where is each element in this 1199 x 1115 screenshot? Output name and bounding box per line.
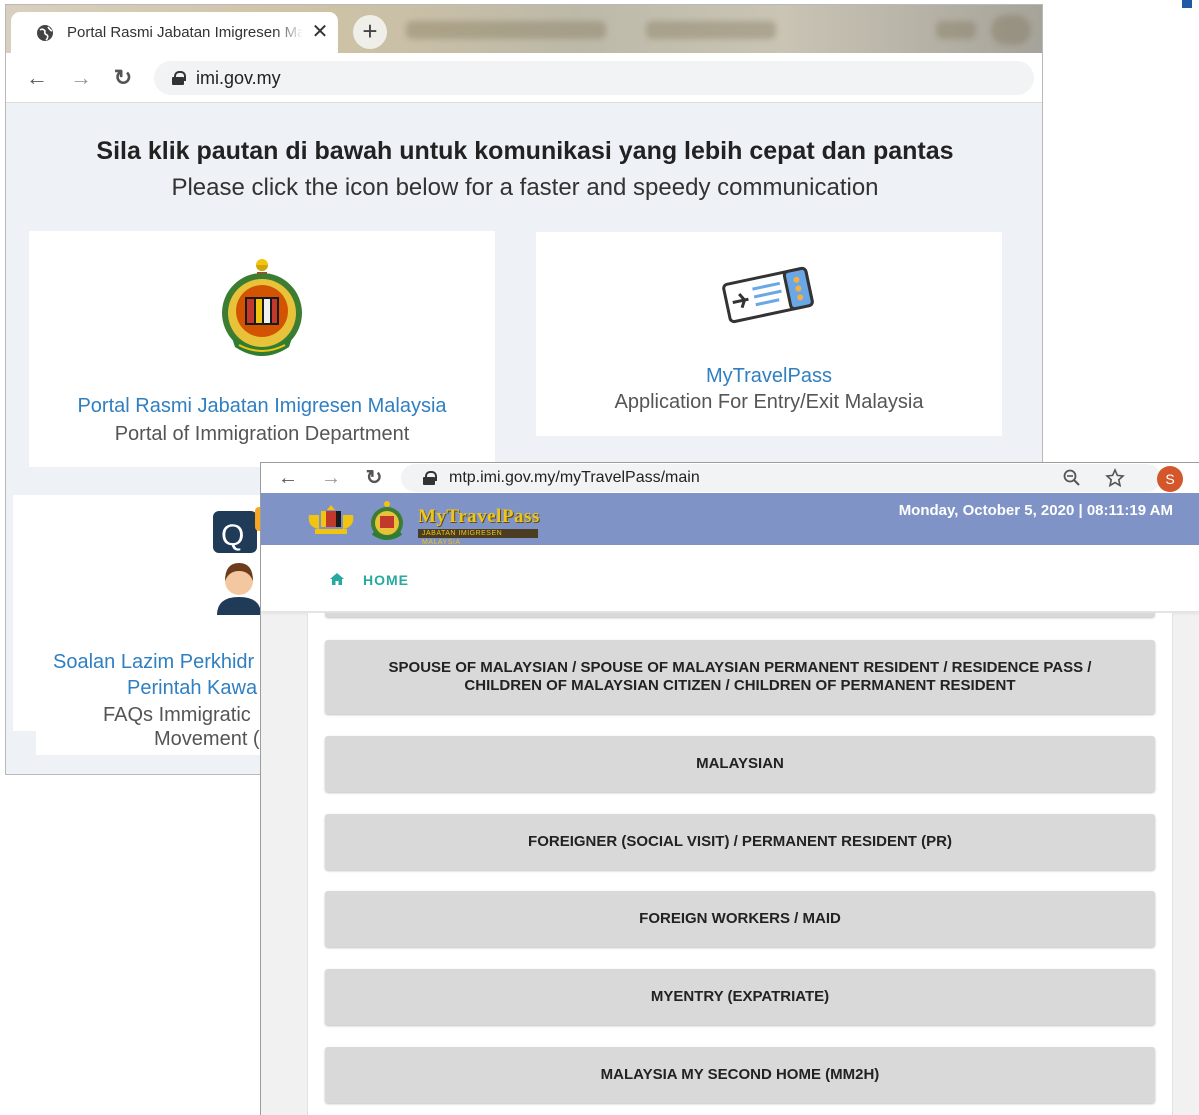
blurred-profile <box>991 15 1031 45</box>
tab-strip: Portal Rasmi Jabatan Imigresen Malaysia … <box>6 5 1042 53</box>
close-tab-icon[interactable]: ✕ <box>309 21 331 43</box>
forward-arrow-icon[interactable]: → <box>318 465 344 491</box>
nav-home-link[interactable]: HOME <box>363 572 409 588</box>
card-subtitle: Application For Entry/Exit Malaysia <box>614 391 924 413</box>
home-icon[interactable] <box>329 572 345 586</box>
card-title[interactable]: MyTravelPass <box>536 365 1002 388</box>
blurred-tab <box>406 21 606 39</box>
bookmark-star-icon[interactable] <box>1105 468 1125 488</box>
previous-option-edge <box>325 613 1155 617</box>
back-arrow-icon[interactable]: ← <box>24 65 50 91</box>
card-immigration-portal[interactable]: Portal Rasmi Jabatan Imigresen Malaysia … <box>29 231 495 467</box>
reload-icon[interactable]: ↻ <box>361 465 387 491</box>
headline-english: Please click the icon below for a faster… <box>171 174 879 201</box>
option-foreigner-pr[interactable]: FOREIGNER (SOCIAL VISIT) / PERMANENT RES… <box>325 814 1155 870</box>
current-datetime: Monday, October 5, 2020 | 08:11:19 AM <box>898 502 1173 519</box>
option-malaysian[interactable]: MALAYSIAN <box>325 736 1155 792</box>
reload-icon[interactable]: ↻ <box>110 65 136 91</box>
headline-malay: Sila klik pautan di bawah untuk komunika… <box>96 137 954 165</box>
main-navbar: HOME <box>261 545 1199 612</box>
address-bar[interactable]: mtp.imi.gov.my/myTravelPass/main <box>401 464 1161 492</box>
tab-title: Portal Rasmi Jabatan Imigresen Malaysia <box>67 24 303 41</box>
browser-window-mytravelpass: ← → ↻ mtp.imi.gov.my/myTravelPass/main S <box>260 462 1199 1115</box>
brand-name: MyTravelPass <box>418 506 540 527</box>
new-tab-button[interactable]: + <box>353 15 387 49</box>
immigration-crest-icon <box>371 501 403 540</box>
browser-toolbar: ← → ↻ mtp.imi.gov.my/myTravelPass/main S <box>261 463 1199 493</box>
card-title[interactable]: Portal Rasmi Jabatan Imigresen Malaysia <box>29 395 495 418</box>
immigration-crest-icon <box>222 259 302 356</box>
tab-imi-portal[interactable]: Portal Rasmi Jabatan Imigresen Malaysia … <box>11 12 338 53</box>
card-mytravelpass[interactable]: MyTravelPass Application For Entry/Exit … <box>536 232 1002 436</box>
svg-text:Q: Q <box>221 519 244 552</box>
forward-arrow-icon[interactable]: → <box>68 65 94 91</box>
option-foreign-workers[interactable]: FOREIGN WORKERS / MAID <box>325 891 1155 947</box>
edge-marker <box>1182 0 1192 8</box>
url-text: imi.gov.my <box>196 68 281 88</box>
option-myentry[interactable]: MYENTRY (EXPATRIATE) <box>325 969 1155 1025</box>
profile-avatar[interactable]: S <box>1157 466 1183 492</box>
lock-icon <box>172 71 186 85</box>
globe-icon <box>37 25 53 41</box>
boarding-pass-icon <box>722 266 814 324</box>
back-arrow-icon[interactable]: ← <box>275 465 301 491</box>
site-banner: MyTravelPass JABATAN IMIGRESEN MALAYSIA … <box>261 493 1199 546</box>
malaysia-coat-of-arms-icon <box>308 505 354 534</box>
address-bar[interactable]: imi.gov.my <box>154 61 1034 95</box>
zoom-out-icon[interactable] <box>1063 469 1081 487</box>
option-spouse-children[interactable]: SPOUSE OF MALAYSIAN / SPOUSE OF MALAYSIA… <box>325 640 1155 714</box>
blurred-tab <box>646 21 776 39</box>
blurred-tab <box>936 21 976 39</box>
lock-icon <box>423 471 437 485</box>
category-panel: SPOUSE OF MALAYSIAN / SPOUSE OF MALAYSIA… <box>307 613 1173 1115</box>
card-subtitle: Portal of Immigration Department <box>114 423 410 445</box>
url-text: mtp.imi.gov.my/myTravelPass/main <box>449 469 700 486</box>
browser-toolbar: ← → ↻ imi.gov.my <box>6 53 1042 103</box>
brand-subtitle: JABATAN IMIGRESEN MALAYSIA <box>418 529 538 546</box>
option-mm2h[interactable]: MALAYSIA MY SECOND HOME (MM2H) <box>325 1047 1155 1103</box>
